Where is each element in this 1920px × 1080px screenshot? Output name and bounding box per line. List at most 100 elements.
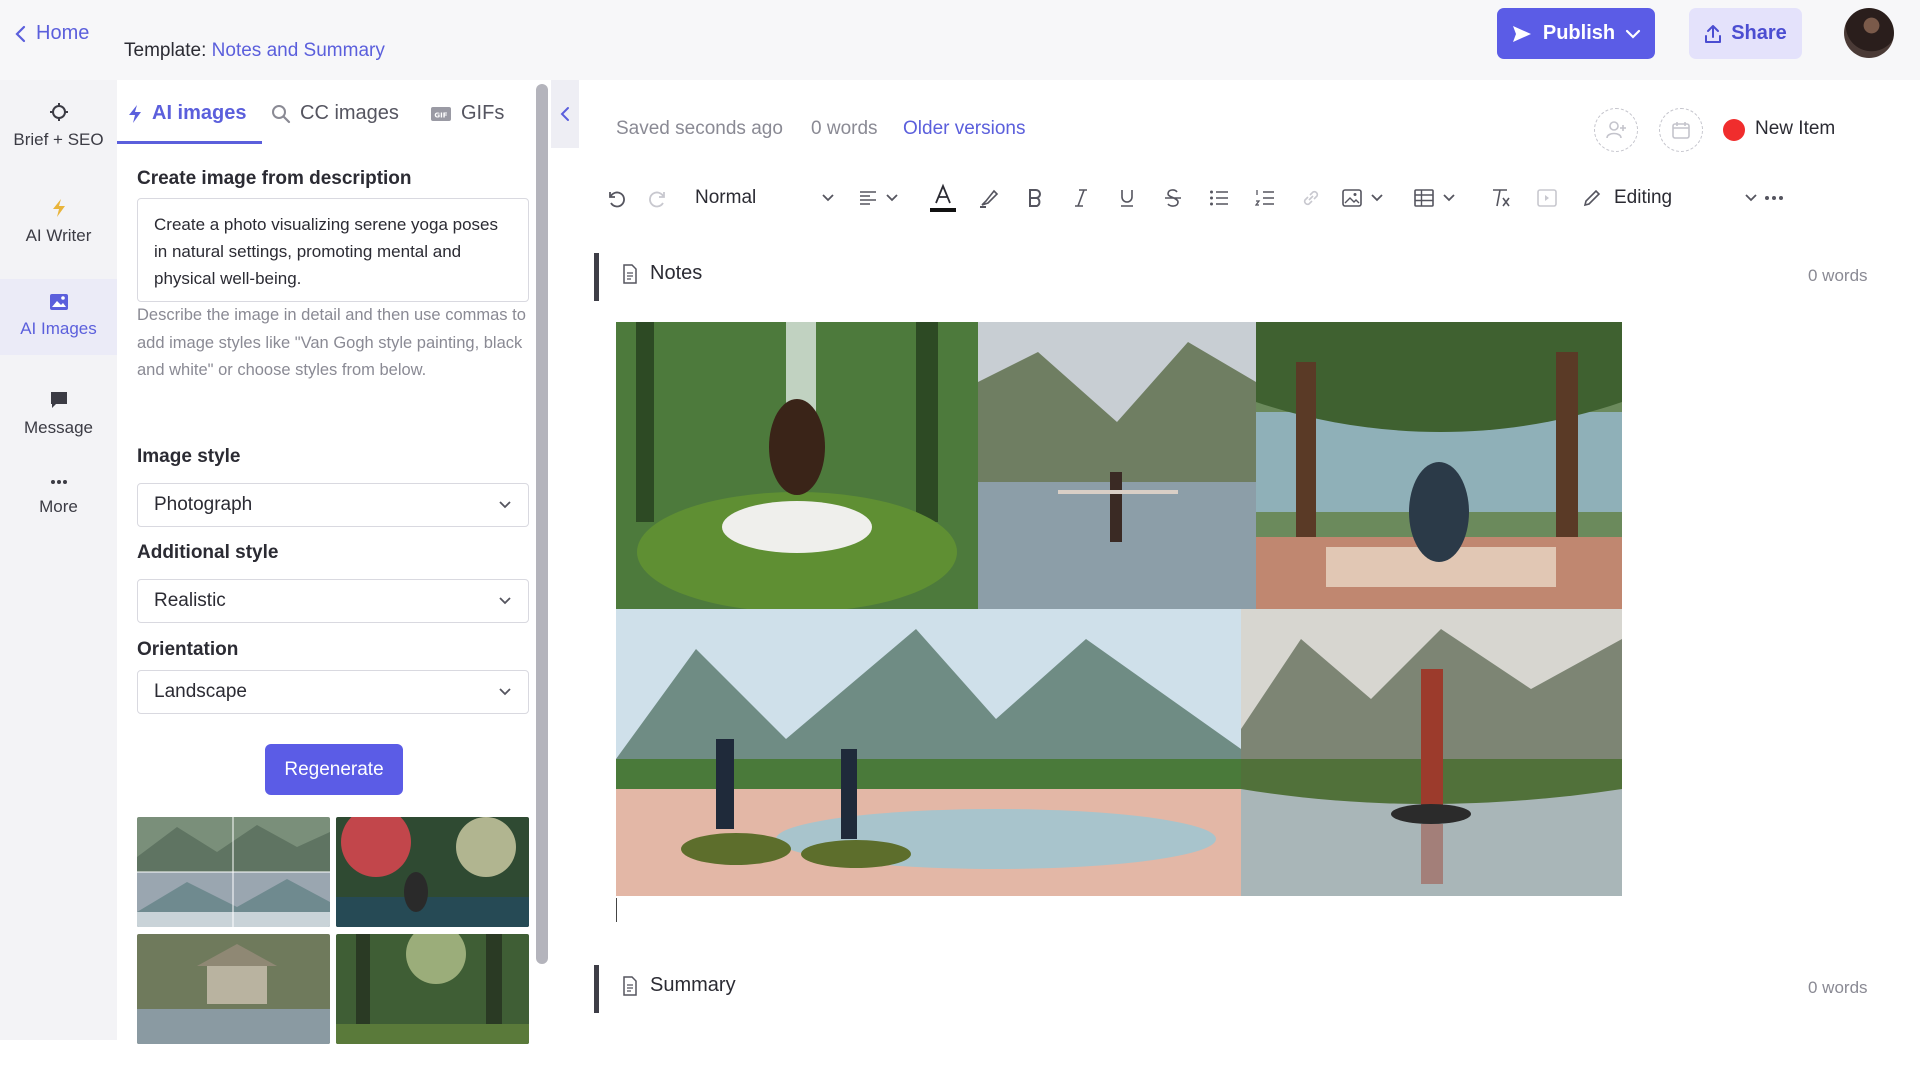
more-options-button[interactable] — [1754, 178, 1794, 218]
active-tab-indicator — [117, 141, 262, 144]
saved-status: Saved seconds ago — [616, 118, 783, 139]
additional-style-select[interactable]: Realistic — [137, 579, 529, 623]
help-text: Describe the image in detail and then us… — [137, 306, 526, 379]
text-color-button[interactable] — [923, 178, 963, 218]
template-prefix: Template: — [124, 40, 207, 61]
image-style-label: Image style — [137, 446, 241, 467]
lightning-icon — [51, 198, 67, 218]
share-button[interactable]: Share — [1689, 8, 1802, 59]
image-icon — [1342, 189, 1362, 207]
strikethrough-button[interactable] — [1153, 178, 1193, 218]
upload-icon — [1704, 24, 1722, 44]
regenerate-button[interactable]: Regenerate — [265, 744, 403, 795]
underline-button[interactable] — [1107, 178, 1147, 218]
chevron-down-icon — [1625, 28, 1641, 40]
chevron-down-icon — [885, 193, 899, 203]
tab-ai-images[interactable]: AI images — [127, 102, 246, 125]
rail-item-ai-writer[interactable]: AI Writer — [0, 198, 117, 246]
add-collaborator-button[interactable] — [1594, 108, 1638, 152]
undo-button[interactable] — [595, 178, 635, 218]
search-icon — [271, 104, 291, 124]
calendar-icon — [1671, 120, 1691, 140]
send-icon — [1511, 24, 1533, 44]
collage-photo — [616, 322, 978, 609]
embed-button[interactable] — [1527, 178, 1567, 218]
rail-item-more[interactable]: More — [0, 475, 117, 517]
generated-thumbnail[interactable] — [336, 817, 529, 927]
summary-section-title[interactable]: Summary — [622, 974, 736, 997]
highlighter-icon — [978, 187, 1000, 209]
schedule-button[interactable] — [1659, 108, 1703, 152]
insert-image-button[interactable] — [1337, 178, 1389, 218]
orientation-select[interactable]: Landscape — [137, 670, 529, 714]
generated-thumbnail[interactable] — [336, 934, 529, 1044]
collage-photo — [616, 609, 1241, 896]
share-label: Share — [1731, 22, 1787, 44]
inserted-image-collage[interactable] — [616, 322, 1622, 896]
chat-icon — [49, 390, 69, 410]
publish-button[interactable]: Publish — [1497, 8, 1655, 59]
text-style-select[interactable]: Normal — [695, 178, 835, 218]
new-item-status[interactable]: New Item — [1755, 118, 1835, 140]
template-name-link[interactable]: Notes and Summary — [212, 40, 385, 61]
numbered-list-icon — [1255, 189, 1275, 207]
orientation-label: Orientation — [137, 639, 239, 660]
section-title-label: Summary — [650, 974, 736, 996]
clear-format-icon — [1490, 188, 1512, 208]
chevron-left-icon — [14, 24, 28, 44]
undo-icon — [605, 188, 625, 208]
rail-item-message[interactable]: Message — [0, 390, 117, 438]
avatar[interactable] — [1844, 8, 1894, 58]
italic-button[interactable] — [1061, 178, 1101, 218]
bullet-list-button[interactable] — [1199, 178, 1239, 218]
redo-button[interactable] — [639, 178, 679, 218]
home-link[interactable]: Home — [14, 22, 89, 45]
home-label: Home — [36, 22, 90, 44]
tab-gifs[interactable]: GIF GIFs — [430, 102, 504, 125]
image-style-select[interactable]: Photograph — [137, 483, 529, 527]
insert-table-button[interactable] — [1409, 178, 1461, 218]
link-button[interactable] — [1291, 178, 1331, 218]
image-style-value: Photograph — [154, 494, 253, 515]
orientation-value: Landscape — [154, 681, 247, 702]
rail-item-ai-images[interactable]: AI Images — [0, 279, 117, 355]
rail-label: More — [39, 497, 78, 516]
clear-formatting-button[interactable] — [1481, 178, 1521, 218]
generated-thumbnail[interactable] — [137, 817, 330, 927]
rail-label: Message — [24, 418, 93, 437]
align-button[interactable] — [853, 178, 905, 218]
document-icon — [622, 263, 638, 284]
rail-item-brief-seo[interactable]: Brief + SEO — [0, 102, 117, 150]
notes-section-title[interactable]: Notes — [622, 262, 702, 285]
ellipsis-icon — [49, 475, 69, 489]
highlight-button[interactable] — [969, 178, 1009, 218]
status-dot — [1723, 119, 1745, 141]
bold-button[interactable] — [1015, 178, 1055, 218]
collapse-panel-button[interactable] — [551, 80, 579, 148]
chevron-down-icon — [498, 596, 512, 606]
numbered-list-button[interactable] — [1245, 178, 1285, 218]
publish-label: Publish — [1542, 22, 1616, 44]
section-title-label: Notes — [650, 262, 703, 284]
left-rail: Brief + SEO AI Writer AI Images Message … — [0, 80, 117, 1040]
top-bar: Home Template: Notes and Summary Publish… — [0, 0, 1920, 80]
editor-toolbar: Normal Editing — [595, 178, 1795, 218]
section-marker — [594, 965, 599, 1013]
tab-label: GIFs — [461, 102, 505, 124]
chevron-down-icon — [498, 500, 512, 510]
embed-icon — [1537, 189, 1557, 207]
section-word-count: 0 words — [1808, 266, 1868, 285]
generated-thumbnail[interactable] — [137, 934, 330, 1044]
description-input[interactable]: Create a photo visualizing serene yoga p… — [137, 198, 529, 302]
rail-label: AI Writer — [25, 226, 92, 245]
ai-images-panel: AI images CC images GIF GIFs Create imag… — [117, 80, 537, 1044]
older-versions-link[interactable]: Older versions — [903, 118, 1026, 140]
bullet-list-icon — [1209, 189, 1229, 207]
bold-icon — [1027, 188, 1043, 208]
chevron-down-icon — [498, 687, 512, 697]
ellipsis-icon — [1764, 195, 1784, 201]
chevron-left-icon — [559, 105, 571, 123]
panel-scrollbar[interactable] — [536, 84, 548, 964]
strikethrough-icon — [1164, 188, 1182, 208]
tab-cc-images[interactable]: CC images — [271, 102, 399, 125]
